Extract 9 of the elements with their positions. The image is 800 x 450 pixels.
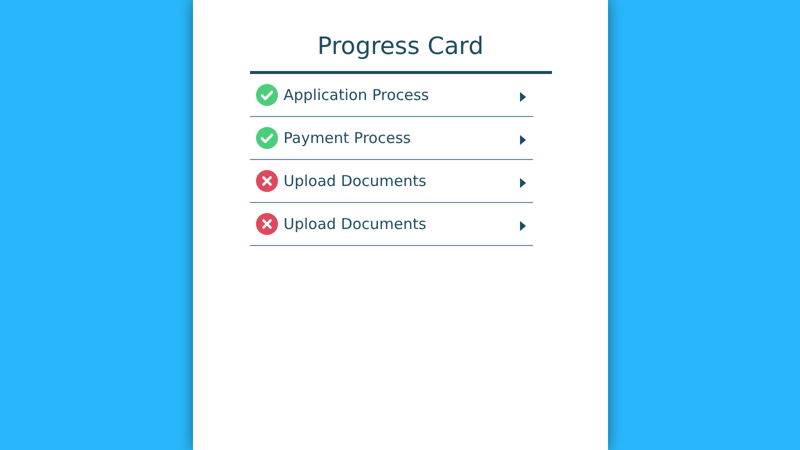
caret-icon — [520, 134, 526, 144]
card-title: Progress Card — [317, 31, 484, 62]
step-item[interactable]: Payment Process — [250, 117, 532, 160]
caret-icon — [520, 220, 526, 230]
step-item[interactable]: Application Process — [250, 74, 532, 117]
step-item[interactable]: Upload Documents — [250, 160, 532, 203]
caret-icon — [520, 178, 526, 188]
caret-icon — [520, 92, 526, 102]
step-item[interactable]: Upload Documents — [250, 203, 532, 246]
